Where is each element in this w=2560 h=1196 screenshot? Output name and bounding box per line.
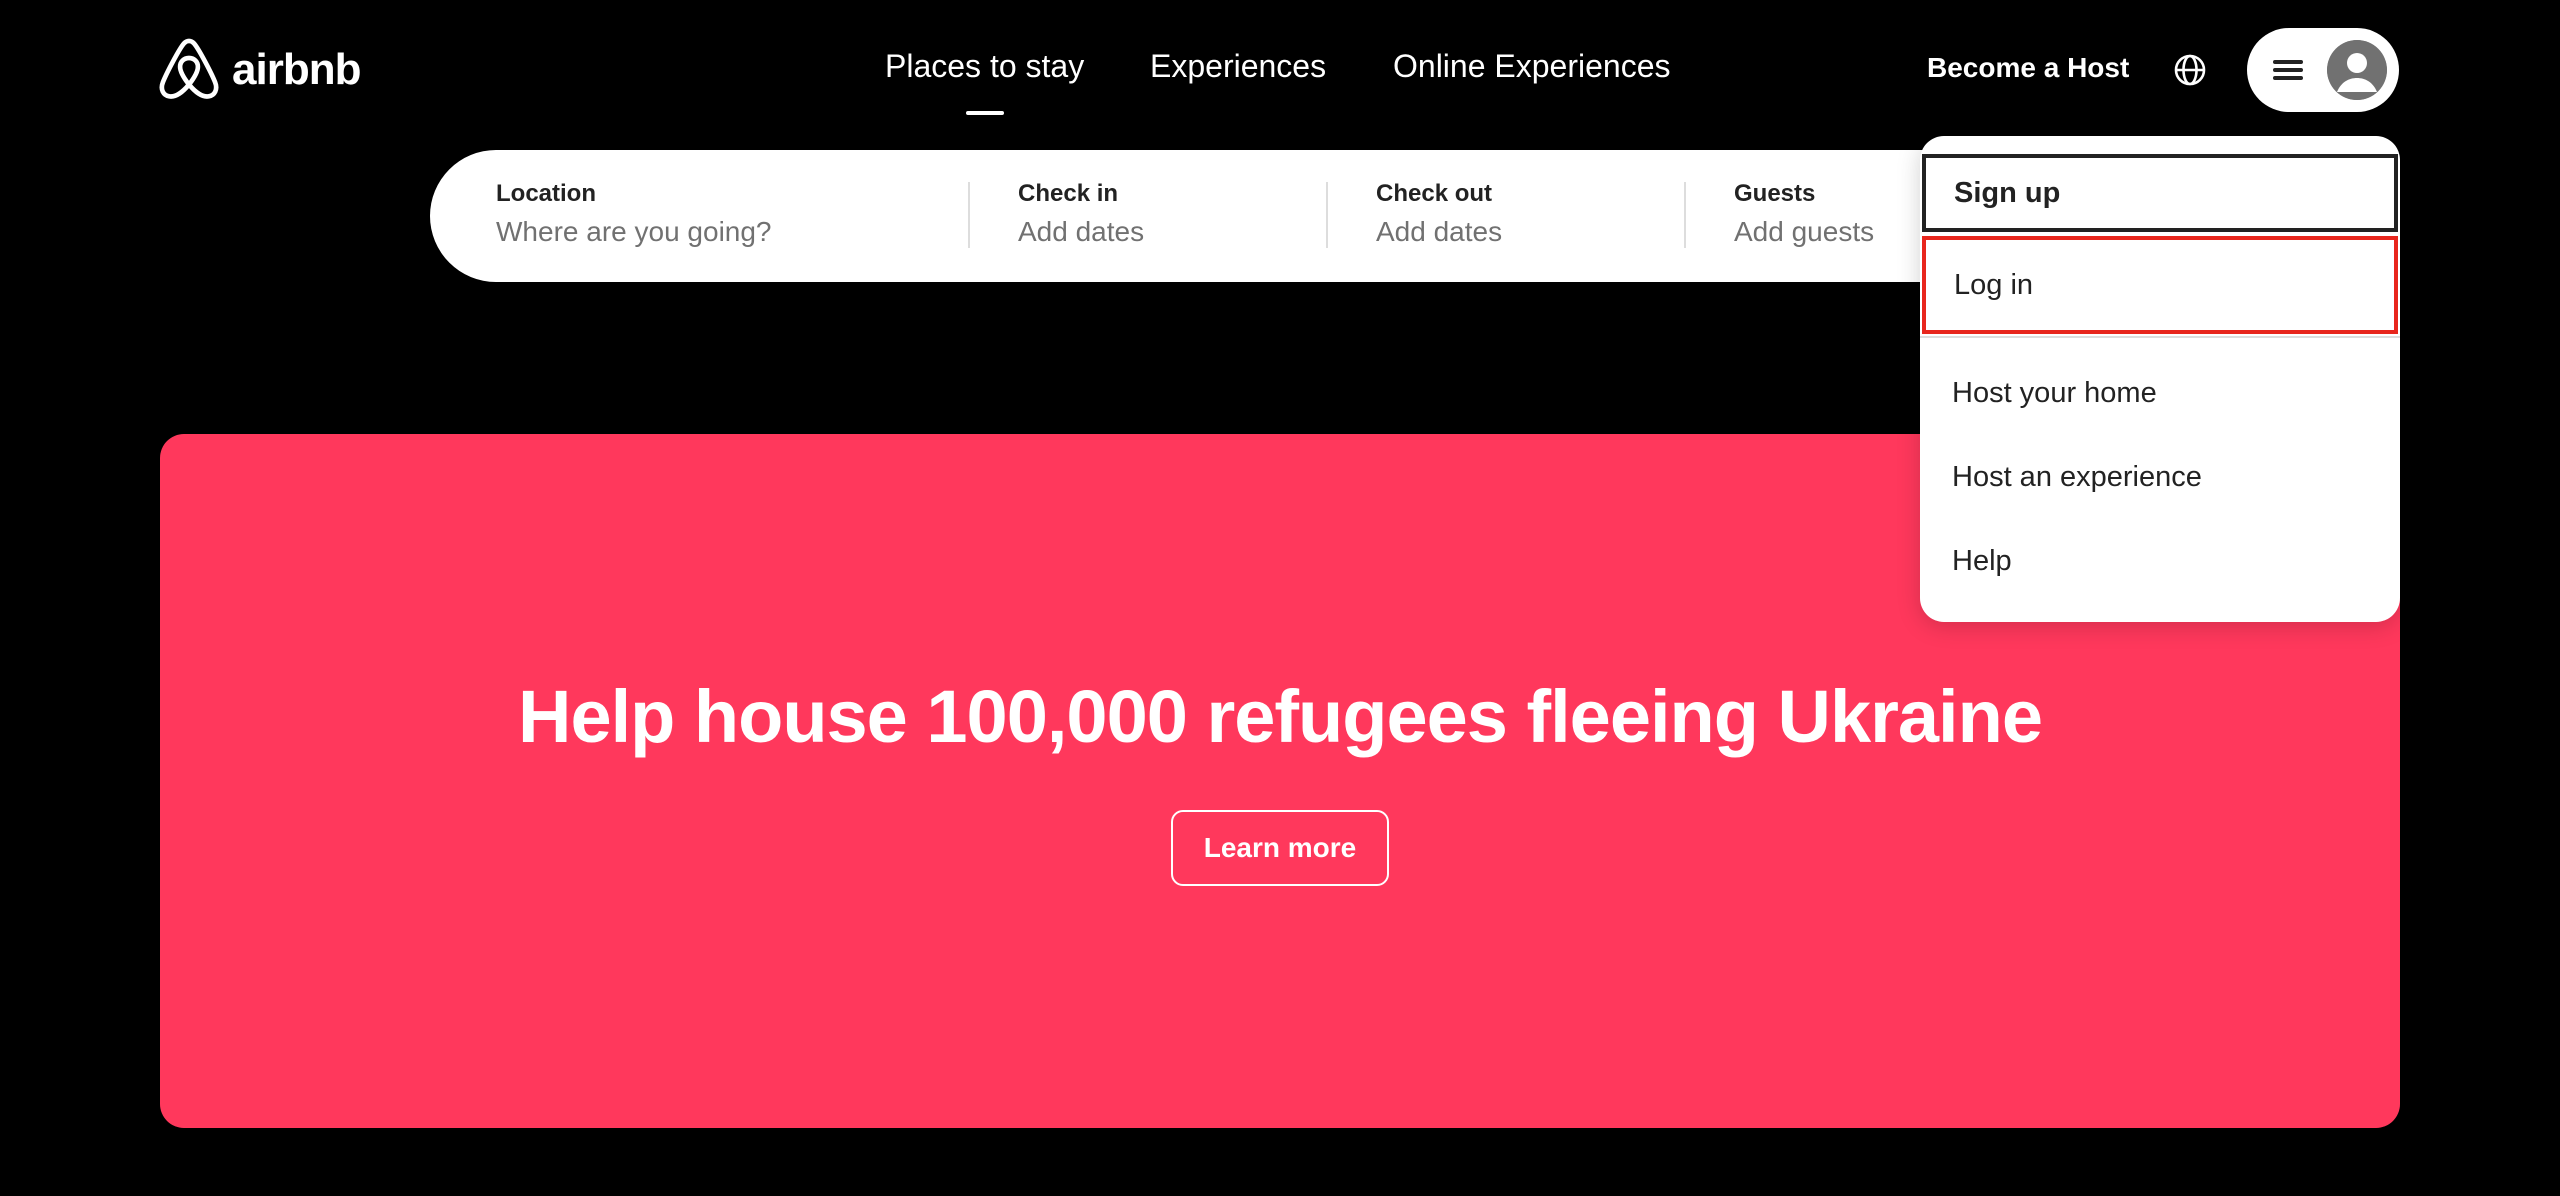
divider [1684,182,1686,248]
become-a-host-link[interactable]: Become a Host [1927,52,2129,84]
guests-placeholder: Add guests [1734,216,1875,247]
user-dropdown-menu: Sign up Log in Host your home Host an ex… [1920,136,2400,622]
check-in-label: Check in [1018,180,1119,207]
guests-label: Guests [1734,180,1816,207]
user-menu-button[interactable] [2247,28,2399,112]
divider [968,182,970,248]
check-in-field[interactable]: Check in Add dates [1018,180,1144,248]
check-out-field[interactable]: Check out Add dates [1376,180,1502,248]
check-out-placeholder: Add dates [1376,216,1503,247]
nav-experiences[interactable]: Experiences [1150,48,1326,85]
menu-item-log-in[interactable]: Log in [1922,236,2398,334]
divider [1326,182,1328,248]
location-label: Location [496,180,596,207]
page: airbnb Places to stay Experiences Online… [0,0,2560,1196]
menu-item-host-an-experience[interactable]: Host an experience [1920,444,2400,510]
check-in-placeholder: Add dates [1018,216,1145,247]
hamburger-menu-icon [2273,58,2305,82]
globe-icon[interactable] [2172,52,2208,88]
nav-places-to-stay[interactable]: Places to stay [885,48,1084,85]
menu-item-help[interactable]: Help [1920,528,2400,594]
banner-title: Help house 100,000 refugees fleeing Ukra… [518,675,2043,758]
learn-more-button[interactable]: Learn more [1171,810,1389,886]
location-field[interactable]: Location Where are you going? [496,180,772,248]
nav-online-experiences[interactable]: Online Experiences [1393,48,1670,85]
menu-item-sign-up[interactable]: Sign up [1922,154,2398,232]
check-out-label: Check out [1376,180,1493,207]
menu-item-host-your-home[interactable]: Host your home [1920,360,2400,426]
user-avatar-icon [2327,40,2387,100]
location-placeholder: Where are you going? [496,216,772,247]
menu-divider [1920,336,2400,338]
search-bar: Location Where are you going? Check in A… [430,150,2030,282]
guests-field[interactable]: Guests Add guests [1734,180,1874,248]
